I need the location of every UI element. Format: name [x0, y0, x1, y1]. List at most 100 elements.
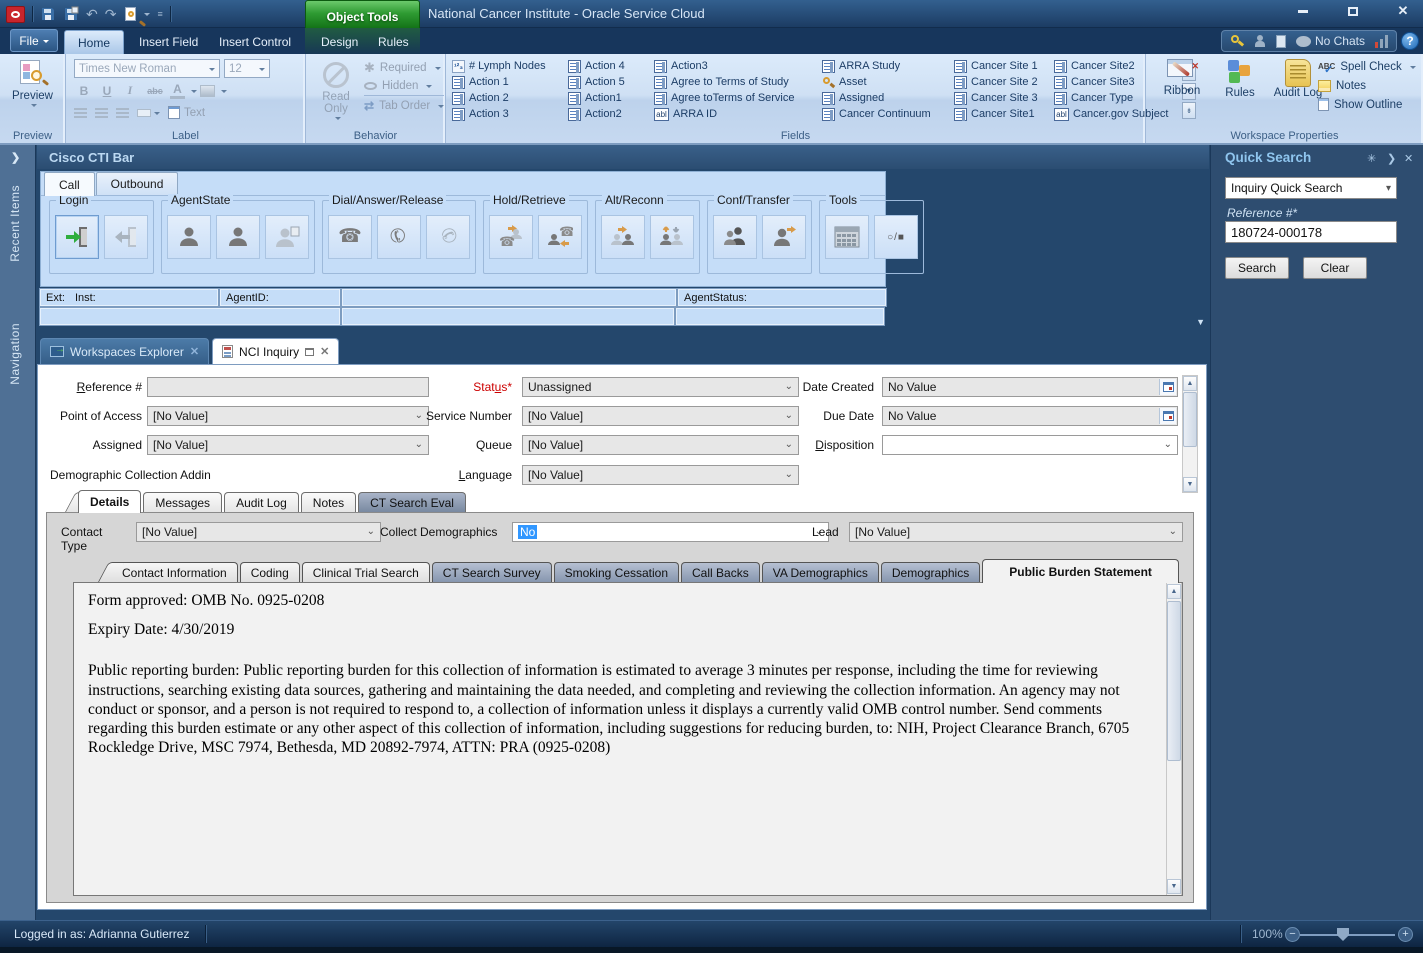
collect-demographics-combo[interactable]: No⌄ [512, 522, 829, 542]
font-color-button[interactable]: A [170, 82, 185, 99]
field-item[interactable]: Action 1 [452, 74, 560, 90]
maximize-button[interactable] [1341, 4, 1365, 18]
fill-color-icon[interactable] [200, 85, 215, 97]
quick-search-type-dropdown[interactable]: Inquiry Quick Search▾ [1225, 177, 1397, 199]
tab-va-demographics[interactable]: VA Demographics [762, 562, 879, 583]
ribbon-tab-home[interactable]: Home [64, 30, 124, 54]
field-item[interactable]: Asset [822, 74, 946, 90]
field-item[interactable]: ¹²₃# Lymph Nodes [452, 58, 560, 74]
restore-window-icon[interactable] [305, 348, 314, 356]
record-button[interactable]: ○/■ [874, 215, 918, 259]
scroll-down-button[interactable]: ▼ [1167, 879, 1181, 894]
field-item[interactable]: Agree toTerms of Service [654, 90, 814, 106]
notes-button[interactable]: Notes [1318, 76, 1416, 95]
ribbon-tab-rules[interactable]: Rules [365, 30, 422, 54]
answer-button[interactable]: ✆ [377, 215, 421, 259]
gear-icon[interactable]: ✳ [1367, 152, 1376, 165]
service-number-dropdown[interactable]: [No Value]⌄ [522, 406, 799, 426]
scrollbar-thumb[interactable] [1183, 392, 1197, 447]
reference-input[interactable] [147, 377, 429, 397]
tab-messages[interactable]: Messages [143, 492, 222, 513]
language-dropdown[interactable]: [No Value]⌄ [522, 465, 799, 485]
contact-type-dropdown[interactable]: [No Value]⌄ [136, 522, 381, 542]
reference-number-input[interactable] [1225, 221, 1397, 243]
close-panel-icon[interactable]: ✕ [1404, 152, 1413, 165]
scroll-down-button[interactable]: ▼ [1183, 477, 1197, 492]
lead-dropdown[interactable]: [No Value]⌄ [849, 522, 1183, 542]
undo-icon[interactable]: ↶ [86, 6, 98, 22]
hold-button[interactable]: ☎ [489, 215, 533, 259]
login-button[interactable] [55, 215, 99, 259]
field-item[interactable]: Cancer Site 2 [954, 74, 1046, 90]
strikethrough-button[interactable]: abc [143, 86, 167, 96]
retrieve-button[interactable]: ☎ [538, 215, 582, 259]
ribbon-properties-button[interactable]: ✕ Ribbon [1156, 59, 1208, 100]
tab-ct-search-survey[interactable]: CT Search Survey [432, 562, 552, 583]
show-outline-button[interactable]: Show Outline [1318, 95, 1416, 114]
conference-button[interactable] [713, 215, 757, 259]
close-button[interactable]: ✕ [1391, 4, 1415, 18]
required-button[interactable]: ✱ Required [364, 58, 444, 77]
field-item[interactable]: Action2 [568, 106, 646, 122]
key-icon[interactable] [1230, 34, 1244, 48]
tab-smoking-cessation[interactable]: Smoking Cessation [554, 562, 679, 583]
field-item[interactable]: ablARRA ID [654, 106, 814, 122]
agent-wrapup-button[interactable] [265, 215, 309, 259]
close-tab-icon[interactable]: ✕ [320, 345, 329, 358]
field-item[interactable]: Assigned [822, 90, 946, 106]
zoom-in-button[interactable]: + [1398, 927, 1413, 942]
hidden-button[interactable]: Hidden [364, 77, 444, 96]
dial-button[interactable]: ☎ [328, 215, 372, 259]
tab-nci-inquiry[interactable]: NCI Inquiry ✕ [212, 338, 339, 364]
tab-contact-information[interactable]: Contact Information [111, 562, 238, 583]
border-style-combo[interactable] [137, 109, 160, 117]
scroll-up-button[interactable]: ▲ [1183, 376, 1197, 391]
zoom-out-button[interactable]: − [1285, 927, 1300, 942]
transfer-button[interactable] [762, 215, 806, 259]
field-item[interactable]: ARRA Study [822, 58, 946, 74]
scroll-up-button[interactable]: ▲ [1167, 584, 1181, 599]
ribbon-tab-insert-control[interactable]: Insert Control [206, 30, 304, 54]
release-button[interactable]: ✆ [426, 215, 470, 259]
recent-items-panel-tab[interactable]: Recent Items [8, 185, 22, 262]
audit-log-button[interactable]: Audit Log [1272, 59, 1324, 100]
status-dropdown[interactable]: Unassigned⌄ [522, 377, 799, 397]
disposition-dropdown[interactable]: ⌄ [882, 435, 1178, 455]
reconnect-button[interactable] [650, 215, 694, 259]
keypad-button[interactable] [825, 215, 869, 259]
read-only-button[interactable]: Read Only [314, 62, 358, 121]
rules-button[interactable]: Rules [1214, 59, 1266, 100]
field-item[interactable]: Action 2 [452, 90, 560, 106]
expand-dock-icon[interactable]: ❯ [11, 151, 20, 164]
tab-demographics[interactable]: Demographics [881, 562, 980, 583]
tab-ct-search-eval[interactable]: CT Search Eval [358, 492, 466, 513]
due-date-field[interactable]: No Value [882, 406, 1178, 426]
oracle-logo-icon[interactable] [6, 6, 25, 23]
field-item[interactable]: Agree to Terms of Study [654, 74, 814, 90]
preview-button[interactable]: Preview [5, 58, 61, 108]
logout-button[interactable] [104, 215, 148, 259]
field-item[interactable]: Cancer Site 1 [954, 58, 1046, 74]
panel-scroll-down-icon[interactable]: ▼ [1196, 317, 1205, 327]
font-size-combo[interactable]: 12 [224, 59, 270, 78]
cti-tab-call[interactable]: Call [44, 172, 95, 196]
tab-clinical-trial-search[interactable]: Clinical Trial Search [302, 562, 430, 583]
save-all-icon[interactable] [63, 6, 79, 22]
bold-button[interactable]: B [74, 84, 94, 98]
align-right-icon[interactable] [116, 108, 129, 118]
session-log-icon[interactable] [1276, 35, 1286, 48]
field-item[interactable]: Action 4 [568, 58, 646, 74]
content-scrollbar[interactable]: ▲ ▼ [1166, 583, 1182, 895]
tab-details[interactable]: Details [78, 490, 141, 513]
ribbon-tab-insert-field[interactable]: Insert Field [126, 30, 211, 54]
field-item[interactable]: Cancer Site1 [954, 106, 1046, 122]
field-item[interactable]: Cancer Continuum [822, 106, 946, 122]
tab-order-button[interactable]: ⇄ Tab Order [364, 96, 444, 115]
profile-icon[interactable] [1254, 35, 1266, 47]
zoom-slider-thumb[interactable] [1337, 928, 1349, 941]
tab-workspaces-explorer[interactable]: Workspaces Explorer ✕ [40, 338, 209, 364]
field-item[interactable]: Action3 [654, 58, 814, 74]
agent-ready-button[interactable] [167, 215, 211, 259]
fill-color-dropdown[interactable] [221, 90, 227, 96]
underline-button[interactable]: U [97, 84, 117, 98]
